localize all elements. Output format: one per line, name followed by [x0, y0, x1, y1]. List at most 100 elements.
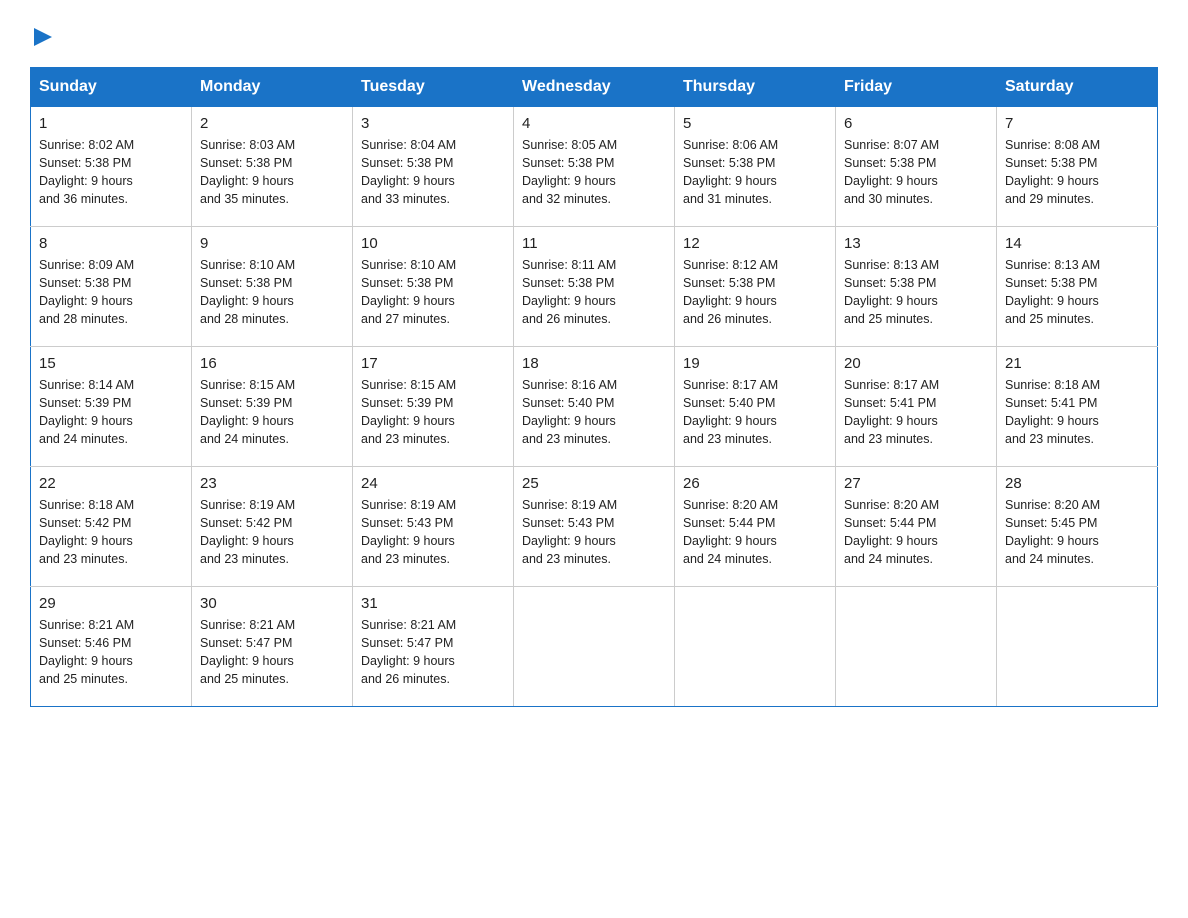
calendar-cell: 18 Sunrise: 8:16 AMSunset: 5:40 PMDaylig… — [514, 347, 675, 467]
day-info: Sunrise: 8:21 AMSunset: 5:47 PMDaylight:… — [361, 616, 505, 689]
day-number: 31 — [361, 595, 505, 612]
day-info: Sunrise: 8:14 AMSunset: 5:39 PMDaylight:… — [39, 376, 183, 449]
day-number: 11 — [522, 235, 666, 252]
calendar-cell: 3 Sunrise: 8:04 AMSunset: 5:38 PMDayligh… — [353, 107, 514, 227]
calendar-cell: 5 Sunrise: 8:06 AMSunset: 5:38 PMDayligh… — [675, 107, 836, 227]
calendar-cell: 2 Sunrise: 8:03 AMSunset: 5:38 PMDayligh… — [192, 107, 353, 227]
calendar-cell: 16 Sunrise: 8:15 AMSunset: 5:39 PMDaylig… — [192, 347, 353, 467]
calendar-week-row: 22 Sunrise: 8:18 AMSunset: 5:42 PMDaylig… — [31, 467, 1158, 587]
calendar-cell: 29 Sunrise: 8:21 AMSunset: 5:46 PMDaylig… — [31, 587, 192, 707]
day-info: Sunrise: 8:05 AMSunset: 5:38 PMDaylight:… — [522, 136, 666, 209]
day-number: 24 — [361, 475, 505, 492]
calendar-cell: 21 Sunrise: 8:18 AMSunset: 5:41 PMDaylig… — [997, 347, 1158, 467]
weekday-header-monday: Monday — [192, 68, 353, 107]
calendar-week-row: 1 Sunrise: 8:02 AMSunset: 5:38 PMDayligh… — [31, 107, 1158, 227]
weekday-header-sunday: Sunday — [31, 68, 192, 107]
day-number: 18 — [522, 355, 666, 372]
day-number: 15 — [39, 355, 183, 372]
day-info: Sunrise: 8:20 AMSunset: 5:44 PMDaylight:… — [683, 496, 827, 569]
calendar-cell: 1 Sunrise: 8:02 AMSunset: 5:38 PMDayligh… — [31, 107, 192, 227]
day-info: Sunrise: 8:09 AMSunset: 5:38 PMDaylight:… — [39, 256, 183, 329]
calendar-cell — [836, 587, 997, 707]
calendar-cell — [997, 587, 1158, 707]
weekday-header-row: SundayMondayTuesdayWednesdayThursdayFrid… — [31, 68, 1158, 107]
calendar-cell: 26 Sunrise: 8:20 AMSunset: 5:44 PMDaylig… — [675, 467, 836, 587]
day-info: Sunrise: 8:19 AMSunset: 5:43 PMDaylight:… — [522, 496, 666, 569]
day-info: Sunrise: 8:13 AMSunset: 5:38 PMDaylight:… — [1005, 256, 1149, 329]
calendar-cell: 11 Sunrise: 8:11 AMSunset: 5:38 PMDaylig… — [514, 227, 675, 347]
calendar-cell: 25 Sunrise: 8:19 AMSunset: 5:43 PMDaylig… — [514, 467, 675, 587]
calendar-cell: 19 Sunrise: 8:17 AMSunset: 5:40 PMDaylig… — [675, 347, 836, 467]
day-number: 23 — [200, 475, 344, 492]
calendar-week-row: 8 Sunrise: 8:09 AMSunset: 5:38 PMDayligh… — [31, 227, 1158, 347]
day-number: 2 — [200, 115, 344, 132]
day-info: Sunrise: 8:18 AMSunset: 5:41 PMDaylight:… — [1005, 376, 1149, 449]
calendar-cell: 23 Sunrise: 8:19 AMSunset: 5:42 PMDaylig… — [192, 467, 353, 587]
day-number: 25 — [522, 475, 666, 492]
calendar-table: SundayMondayTuesdayWednesdayThursdayFrid… — [30, 67, 1158, 707]
day-number: 7 — [1005, 115, 1149, 132]
weekday-header-thursday: Thursday — [675, 68, 836, 107]
calendar-week-row: 29 Sunrise: 8:21 AMSunset: 5:46 PMDaylig… — [31, 587, 1158, 707]
day-number: 10 — [361, 235, 505, 252]
weekday-header-wednesday: Wednesday — [514, 68, 675, 107]
calendar-cell: 28 Sunrise: 8:20 AMSunset: 5:45 PMDaylig… — [997, 467, 1158, 587]
calendar-cell: 24 Sunrise: 8:19 AMSunset: 5:43 PMDaylig… — [353, 467, 514, 587]
day-info: Sunrise: 8:13 AMSunset: 5:38 PMDaylight:… — [844, 256, 988, 329]
day-info: Sunrise: 8:08 AMSunset: 5:38 PMDaylight:… — [1005, 136, 1149, 209]
day-number: 21 — [1005, 355, 1149, 372]
day-info: Sunrise: 8:03 AMSunset: 5:38 PMDaylight:… — [200, 136, 344, 209]
day-info: Sunrise: 8:11 AMSunset: 5:38 PMDaylight:… — [522, 256, 666, 329]
day-number: 16 — [200, 355, 344, 372]
day-number: 9 — [200, 235, 344, 252]
day-info: Sunrise: 8:21 AMSunset: 5:46 PMDaylight:… — [39, 616, 183, 689]
day-info: Sunrise: 8:15 AMSunset: 5:39 PMDaylight:… — [361, 376, 505, 449]
calendar-cell: 9 Sunrise: 8:10 AMSunset: 5:38 PMDayligh… — [192, 227, 353, 347]
day-number: 17 — [361, 355, 505, 372]
day-number: 13 — [844, 235, 988, 252]
day-number: 27 — [844, 475, 988, 492]
weekday-header-saturday: Saturday — [997, 68, 1158, 107]
page-header — [30, 20, 1158, 49]
calendar-cell — [514, 587, 675, 707]
day-info: Sunrise: 8:06 AMSunset: 5:38 PMDaylight:… — [683, 136, 827, 209]
logo-arrow-icon — [32, 26, 54, 48]
logo — [30, 20, 54, 49]
day-info: Sunrise: 8:20 AMSunset: 5:45 PMDaylight:… — [1005, 496, 1149, 569]
day-number: 20 — [844, 355, 988, 372]
day-info: Sunrise: 8:21 AMSunset: 5:47 PMDaylight:… — [200, 616, 344, 689]
calendar-cell — [675, 587, 836, 707]
calendar-week-row: 15 Sunrise: 8:14 AMSunset: 5:39 PMDaylig… — [31, 347, 1158, 467]
day-info: Sunrise: 8:17 AMSunset: 5:40 PMDaylight:… — [683, 376, 827, 449]
calendar-cell: 13 Sunrise: 8:13 AMSunset: 5:38 PMDaylig… — [836, 227, 997, 347]
day-info: Sunrise: 8:20 AMSunset: 5:44 PMDaylight:… — [844, 496, 988, 569]
day-info: Sunrise: 8:04 AMSunset: 5:38 PMDaylight:… — [361, 136, 505, 209]
day-number: 5 — [683, 115, 827, 132]
day-number: 3 — [361, 115, 505, 132]
day-number: 4 — [522, 115, 666, 132]
day-number: 6 — [844, 115, 988, 132]
calendar-cell: 17 Sunrise: 8:15 AMSunset: 5:39 PMDaylig… — [353, 347, 514, 467]
calendar-cell: 15 Sunrise: 8:14 AMSunset: 5:39 PMDaylig… — [31, 347, 192, 467]
day-info: Sunrise: 8:17 AMSunset: 5:41 PMDaylight:… — [844, 376, 988, 449]
day-number: 12 — [683, 235, 827, 252]
calendar-cell: 10 Sunrise: 8:10 AMSunset: 5:38 PMDaylig… — [353, 227, 514, 347]
day-number: 29 — [39, 595, 183, 612]
day-info: Sunrise: 8:02 AMSunset: 5:38 PMDaylight:… — [39, 136, 183, 209]
day-info: Sunrise: 8:12 AMSunset: 5:38 PMDaylight:… — [683, 256, 827, 329]
calendar-cell: 4 Sunrise: 8:05 AMSunset: 5:38 PMDayligh… — [514, 107, 675, 227]
day-info: Sunrise: 8:19 AMSunset: 5:42 PMDaylight:… — [200, 496, 344, 569]
day-info: Sunrise: 8:18 AMSunset: 5:42 PMDaylight:… — [39, 496, 183, 569]
weekday-header-tuesday: Tuesday — [353, 68, 514, 107]
calendar-cell: 14 Sunrise: 8:13 AMSunset: 5:38 PMDaylig… — [997, 227, 1158, 347]
calendar-cell: 8 Sunrise: 8:09 AMSunset: 5:38 PMDayligh… — [31, 227, 192, 347]
day-info: Sunrise: 8:16 AMSunset: 5:40 PMDaylight:… — [522, 376, 666, 449]
calendar-cell: 22 Sunrise: 8:18 AMSunset: 5:42 PMDaylig… — [31, 467, 192, 587]
day-info: Sunrise: 8:10 AMSunset: 5:38 PMDaylight:… — [361, 256, 505, 329]
calendar-cell: 12 Sunrise: 8:12 AMSunset: 5:38 PMDaylig… — [675, 227, 836, 347]
day-info: Sunrise: 8:19 AMSunset: 5:43 PMDaylight:… — [361, 496, 505, 569]
calendar-cell: 30 Sunrise: 8:21 AMSunset: 5:47 PMDaylig… — [192, 587, 353, 707]
day-number: 22 — [39, 475, 183, 492]
calendar-cell: 31 Sunrise: 8:21 AMSunset: 5:47 PMDaylig… — [353, 587, 514, 707]
day-number: 30 — [200, 595, 344, 612]
